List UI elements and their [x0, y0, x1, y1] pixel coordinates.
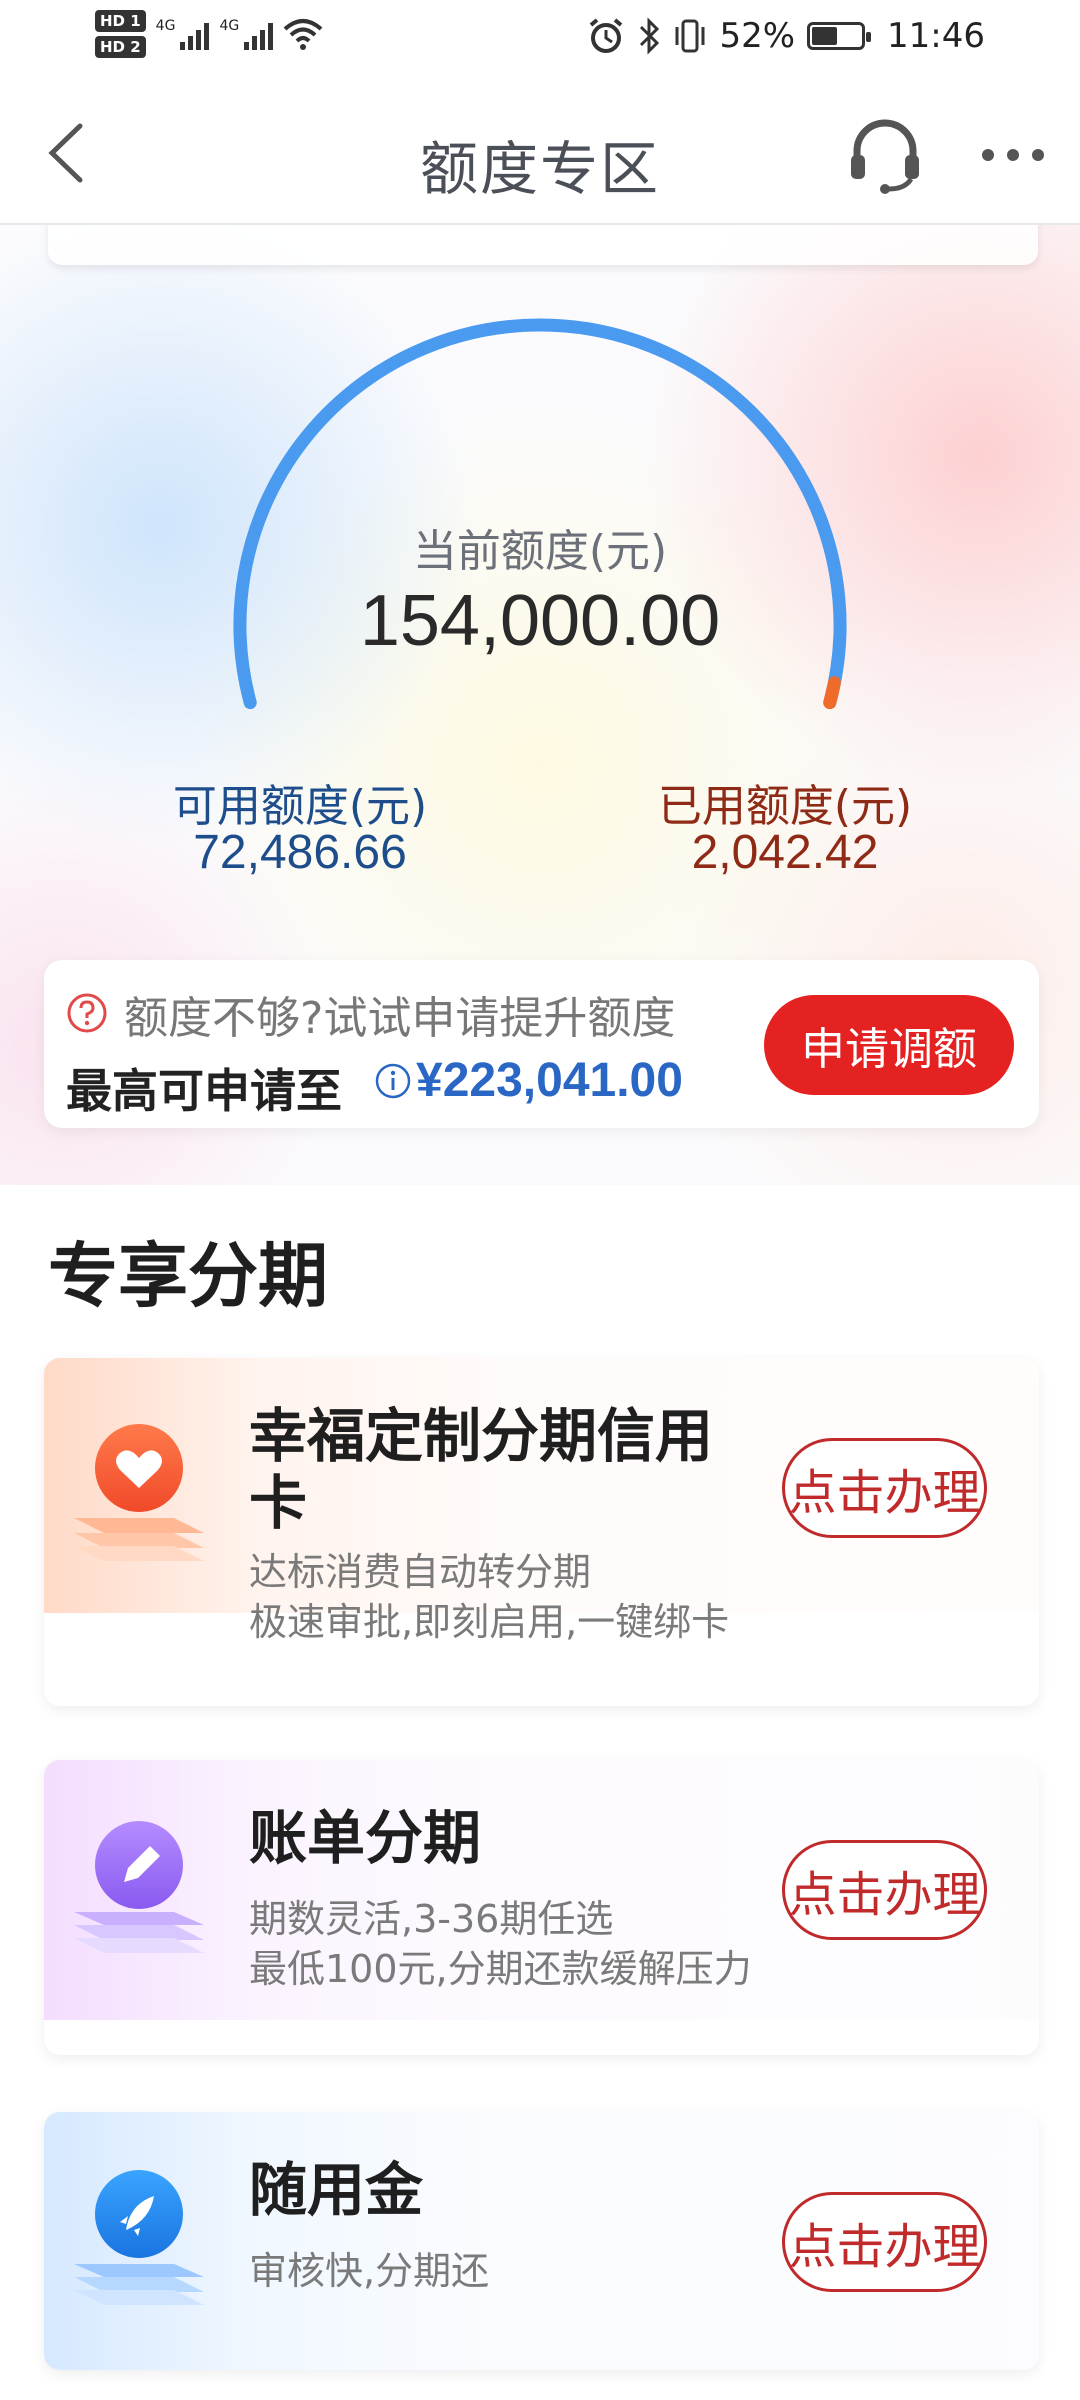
- credit-overview: 当前额度(元) 154,000.00 可用额度(元) 72,486.66 已用额…: [0, 225, 1080, 1185]
- status-bar: HD 1 HD 2 4G 4G 52% 11:46: [0, 0, 1080, 80]
- wifi-icon: [283, 19, 323, 50]
- apply-button[interactable]: 点击办理: [782, 1438, 987, 1538]
- current-credit-label: 当前额度(元): [412, 526, 668, 577]
- heart-icon: [74, 1424, 204, 1561]
- hd2-badge: HD 2: [95, 36, 146, 58]
- raise-hint-text: 额度不够?试试申请提升额度: [124, 993, 676, 1044]
- apply-button[interactable]: 点击办理: [782, 1840, 987, 1940]
- available-credit-value: 72,486.66: [193, 826, 407, 879]
- nav-bar: 额度专区: [0, 80, 1080, 225]
- more-menu-button[interactable]: [978, 120, 1048, 190]
- product-title: 幸福定制分期信用卡: [249, 1402, 714, 1537]
- apply-button[interactable]: 点击办理: [782, 2192, 987, 2292]
- vibrate-icon: [675, 19, 705, 53]
- signal-2-icon: 4G: [219, 18, 274, 50]
- pencil-icon: [74, 1821, 204, 1953]
- max-apply-label: 最高可申请至: [66, 1064, 342, 1118]
- info-icon[interactable]: [374, 1062, 412, 1100]
- customer-service-button[interactable]: [845, 115, 925, 195]
- product-desc-1: 达标消费自动转分期: [249, 1550, 592, 1594]
- headset-icon: [851, 119, 919, 194]
- product-card-flexible-cash[interactable]: 随用金 审核快,分期还 点击办理: [44, 2112, 1039, 2370]
- section-title: 专享分期: [48, 1235, 328, 1317]
- status-left: HD 1 HD 2 4G 4G: [95, 10, 323, 58]
- hd1-badge: HD 1: [95, 10, 146, 32]
- product-desc-1: 期数灵活,3-36期任选: [249, 1897, 614, 1941]
- gauge-used-segment: [823, 676, 841, 710]
- used-credit-value: 2,042.42: [691, 826, 879, 879]
- network-1-label: 4G: [155, 18, 176, 34]
- product-card-happiness[interactable]: 幸福定制分期信用卡 达标消费自动转分期 极速审批,即刻启用,一键绑卡 点击办理: [44, 1358, 1039, 1706]
- product-desc-2: 最低100元,分期还款缓解压力: [249, 1947, 752, 1991]
- product-title: 账单分期: [249, 1804, 482, 1872]
- product-card-bill-installment[interactable]: 账单分期 期数灵活,3-36期任选 最低100元,分期还款缓解压力 点击办理: [44, 1760, 1039, 2055]
- apply-adjust-button[interactable]: 申请调额: [764, 995, 1014, 1095]
- battery-icon: [807, 22, 872, 50]
- question-icon: [67, 993, 107, 1033]
- current-credit-value: 154,000.00: [359, 581, 721, 661]
- alarm-icon: [590, 18, 623, 53]
- battery-percent: 52%: [719, 16, 796, 56]
- rocket-icon: [74, 2170, 204, 2305]
- product-title: 随用金: [249, 2156, 424, 2224]
- product-desc-2: 极速审批,即刻启用,一键绑卡: [249, 1600, 730, 1644]
- signal-1-icon: 4G: [156, 18, 210, 50]
- hd-indicators: HD 1 HD 2: [95, 10, 146, 58]
- product-desc-1: 审核快,分期还: [249, 2249, 490, 2293]
- status-right: 52% 11:46: [587, 16, 985, 56]
- clock: 11:46: [887, 16, 985, 56]
- bluetooth-icon: [640, 17, 660, 55]
- network-2-label: 4G: [219, 18, 240, 34]
- more-dots-icon: [982, 149, 1044, 161]
- max-apply-value: ¥223,041.00: [416, 1054, 683, 1107]
- raise-limit-card: 额度不够?试试申请提升额度 最高可申请至 ¥223,041.00 申请调额: [44, 960, 1039, 1128]
